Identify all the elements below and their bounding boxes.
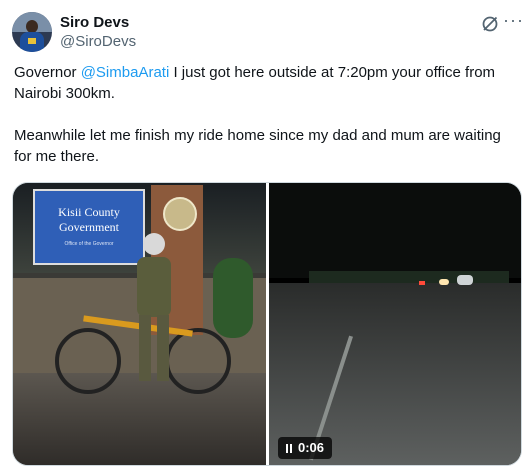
author-handle[interactable]: @SiroDevs	[60, 33, 136, 50]
cyclist	[131, 233, 175, 383]
sign-line-2: Government	[59, 220, 119, 234]
pause-icon[interactable]	[286, 444, 292, 453]
video-taillight	[419, 281, 425, 285]
cyclist-leg	[157, 315, 169, 381]
photo[interactable]: Kisii County Government Office of the Gov…	[13, 183, 266, 465]
video-headlight	[439, 279, 449, 285]
more-icon[interactable]: ···	[503, 10, 524, 31]
mention-link[interactable]: @SimbaArati	[81, 64, 170, 81]
video-time: 0:06	[298, 440, 325, 455]
sign-subtitle: Office of the Governor	[64, 241, 114, 247]
cyclist-torso	[137, 257, 171, 317]
avatar-badge	[28, 38, 36, 44]
video-timer[interactable]: 0:06	[278, 437, 333, 459]
author-name[interactable]: Siro Devs	[60, 14, 129, 31]
video-vehicle	[457, 275, 473, 285]
bike-wheel-rear	[55, 328, 121, 394]
tweet-paragraph-2: Meanwhile let me finish my ride home sin…	[14, 127, 501, 165]
video-trees	[269, 183, 521, 278]
sign-line-1: Kisii County	[58, 205, 120, 219]
cyclist-leg	[139, 315, 151, 381]
grok-icon[interactable]	[480, 14, 500, 34]
media-grid: Kisii County Government Office of the Gov…	[12, 182, 522, 466]
video-player[interactable]: 0:06	[269, 183, 521, 465]
sign-title: Kisii County Government	[41, 205, 137, 235]
county-seal-emblem	[163, 197, 197, 231]
tweet-text: Governor @SimbaArati I just got here out…	[14, 62, 519, 188]
tweet-paragraph-1: Governor @SimbaArati I just got here out…	[14, 62, 519, 104]
avatar[interactable]	[12, 12, 52, 52]
tweet-text-part: Governor	[14, 64, 81, 81]
photo-ground	[13, 373, 266, 465]
cyclist-helmet	[143, 233, 165, 255]
photo-bush	[213, 258, 253, 338]
county-sign: Kisii County Government Office of the Gov…	[33, 189, 145, 265]
